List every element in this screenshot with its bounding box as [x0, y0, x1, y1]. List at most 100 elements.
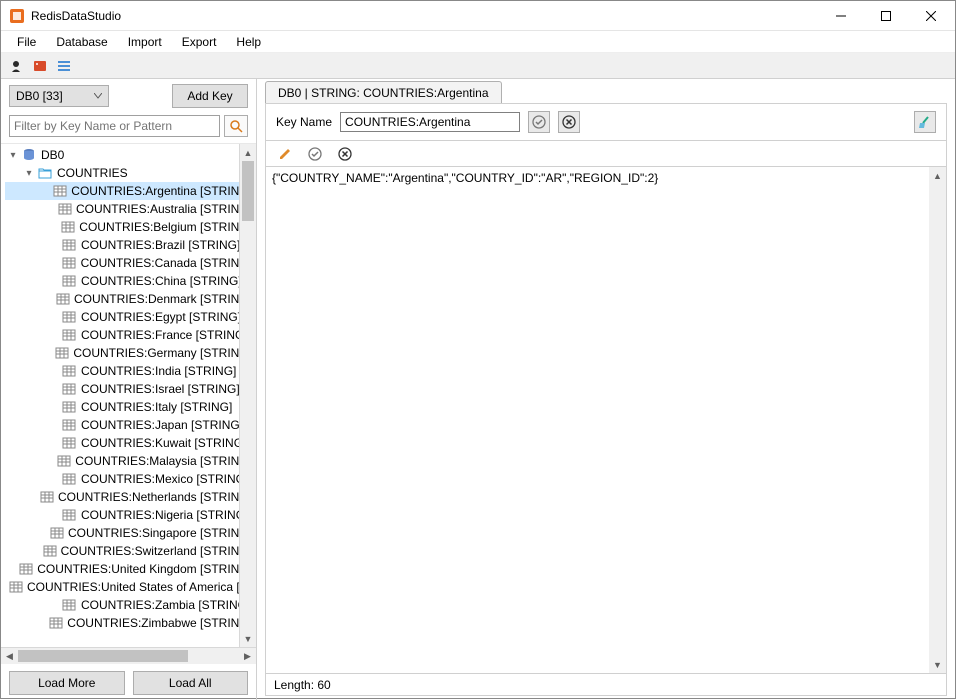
load-all-button[interactable]: Load All	[133, 671, 249, 695]
grid-icon	[49, 617, 63, 629]
tree-label: COUNTRIES	[57, 166, 128, 180]
tree-node-key[interactable]: COUNTRIES:Nigeria [STRING]	[5, 506, 256, 524]
tree-node-key[interactable]: COUNTRIES:Japan [STRING]	[5, 416, 256, 434]
tree-node-key[interactable]: COUNTRIES:Denmark [STRING]	[5, 290, 256, 308]
grid-icon	[62, 257, 76, 269]
value-text: {"COUNTRY_NAME":"Argentina","COUNTRY_ID"…	[272, 171, 928, 185]
database-selector[interactable]: DB0 [33]	[9, 85, 109, 107]
grid-icon	[62, 239, 76, 251]
tree-node-key[interactable]: COUNTRIES:Australia [STRING]	[5, 200, 256, 218]
tree-label: DB0	[41, 148, 64, 162]
key-tree[interactable]: ▾ DB0 ▾ COUNTRIES COUNTRIES:Argentina [STRIN…	[1, 144, 256, 634]
tree-label: COUNTRIES:Canada [STRING]	[81, 256, 252, 270]
tree-node-key[interactable]: COUNTRIES:United Kingdom [STRING]	[5, 560, 256, 578]
tree-node-key[interactable]: COUNTRIES:Kuwait [STRING]	[5, 434, 256, 452]
tree-node-key[interactable]: COUNTRIES:France [STRING]	[5, 326, 256, 344]
menu-bar: File Database Import Export Help	[1, 31, 955, 53]
keyname-clean-button[interactable]	[914, 111, 936, 133]
tree-node-key[interactable]: COUNTRIES:Belgium [STRING]	[5, 218, 256, 236]
tree-node-key[interactable]: COUNTRIES:Canada [STRING]	[5, 254, 256, 272]
tree-node-key[interactable]: COUNTRIES:Zambia [STRING]	[5, 596, 256, 614]
keyname-label: Key Name	[276, 115, 332, 129]
value-vertical-scrollbar[interactable]: ▲ ▼	[929, 167, 946, 673]
tree-node-key[interactable]: COUNTRIES:Malaysia [STRING]	[5, 452, 256, 470]
grid-icon	[53, 185, 67, 197]
window-maximize-button[interactable]	[863, 1, 908, 30]
scroll-down-icon[interactable]: ▼	[240, 630, 256, 647]
window-titlebar: RedisDataStudio	[1, 1, 955, 31]
keyname-delete-button[interactable]	[558, 111, 580, 133]
toolbar-connection-icon[interactable]	[7, 57, 25, 75]
grid-icon	[62, 473, 76, 485]
tree-node-key[interactable]: COUNTRIES:India [STRING]	[5, 362, 256, 380]
filter-search-button[interactable]	[224, 115, 248, 137]
menu-file[interactable]: File	[7, 33, 46, 51]
tree-label: COUNTRIES:Nigeria [STRING]	[81, 508, 248, 522]
expander-icon[interactable]: ▾	[23, 168, 35, 179]
value-cancel-button[interactable]	[334, 143, 356, 165]
tree-node-key[interactable]: COUNTRIES:Argentina [STRING]	[5, 182, 256, 200]
folder-open-icon	[38, 167, 52, 179]
tree-node-key[interactable]: COUNTRIES:Germany [STRING]	[5, 344, 256, 362]
tree-node-key[interactable]: COUNTRIES:Egypt [STRING]	[5, 308, 256, 326]
scroll-down-icon[interactable]: ▼	[929, 656, 946, 673]
tree-node-key[interactable]: COUNTRIES:Zimbabwe [STRING]	[5, 614, 256, 632]
scroll-up-icon[interactable]: ▲	[240, 144, 256, 161]
tree-node-group[interactable]: ▾ COUNTRIES	[5, 164, 256, 182]
tree-node-key[interactable]: COUNTRIES:Israel [STRING]	[5, 380, 256, 398]
tree-horizontal-scrollbar[interactable]: ◀ ▶	[1, 647, 256, 664]
tree-node-key[interactable]: COUNTRIES:Mexico [STRING]	[5, 470, 256, 488]
toolbar-list-icon[interactable]	[55, 57, 73, 75]
tree-label: COUNTRIES:Italy [STRING]	[81, 400, 232, 414]
menu-database[interactable]: Database	[46, 33, 117, 51]
tree-label: COUNTRIES:Egypt [STRING]	[81, 310, 241, 324]
load-more-button[interactable]: Load More	[9, 671, 125, 695]
grid-icon	[56, 293, 70, 305]
tab-strip: DB0 | STRING: COUNTRIES:Argentina	[257, 79, 955, 103]
tree-node-key[interactable]: COUNTRIES:Switzerland [STRING]	[5, 542, 256, 560]
tree-label: COUNTRIES:Netherlands [STRING]	[58, 490, 252, 504]
scroll-up-icon[interactable]: ▲	[929, 167, 946, 184]
value-edit-button[interactable]	[274, 143, 296, 165]
window-minimize-button[interactable]	[818, 1, 863, 30]
search-icon	[229, 119, 243, 133]
grid-icon	[19, 563, 33, 575]
tab-key-detail[interactable]: DB0 | STRING: COUNTRIES:Argentina	[265, 81, 502, 103]
tree-node-key[interactable]: COUNTRIES:China [STRING]	[5, 272, 256, 290]
grid-icon	[62, 509, 76, 521]
toolbar-server-icon[interactable]	[31, 57, 49, 75]
tree-node-key[interactable]: COUNTRIES:Singapore [STRING]	[5, 524, 256, 542]
status-bar: Length: 60	[266, 673, 946, 695]
menu-help[interactable]: Help	[226, 33, 271, 51]
broom-icon	[918, 115, 932, 129]
grid-icon	[61, 221, 75, 233]
tree-node-key[interactable]: COUNTRIES:Netherlands [STRING]	[5, 488, 256, 506]
sidebar: DB0 [33] Add Key ▾ DB0 ▾ COUNTRIES COUNTRIES…	[1, 79, 257, 700]
tree-vertical-scrollbar[interactable]: ▲ ▼	[239, 144, 256, 647]
value-area[interactable]: {"COUNTRY_NAME":"Argentina","COUNTRY_ID"…	[266, 166, 946, 673]
value-confirm-button[interactable]	[304, 143, 326, 165]
keyname-confirm-button[interactable]	[528, 111, 550, 133]
expander-icon[interactable]: ▾	[7, 150, 19, 161]
tree-node-key[interactable]: COUNTRIES:United States of America [STRI…	[5, 578, 256, 596]
add-key-button[interactable]: Add Key	[172, 84, 248, 108]
check-circle-icon	[532, 115, 546, 129]
tree-label: COUNTRIES:United States of America [STRI…	[27, 580, 256, 594]
tree-node-database[interactable]: ▾ DB0	[5, 146, 256, 164]
tree-node-key[interactable]: COUNTRIES:Italy [STRING]	[5, 398, 256, 416]
tree-label: COUNTRIES:France [STRING]	[81, 328, 248, 342]
grid-icon	[62, 329, 76, 341]
keyname-input[interactable]	[340, 112, 520, 132]
scroll-thumb-horizontal[interactable]	[18, 650, 188, 662]
tree-node-key[interactable]: COUNTRIES:Brazil [STRING]	[5, 236, 256, 254]
scroll-left-icon[interactable]: ◀	[1, 648, 18, 665]
grid-icon	[40, 491, 54, 503]
filter-input[interactable]	[9, 115, 220, 137]
menu-export[interactable]: Export	[172, 33, 227, 51]
scroll-thumb[interactable]	[242, 161, 254, 221]
tree-label: COUNTRIES:Mexico [STRING]	[81, 472, 248, 486]
window-close-button[interactable]	[908, 1, 953, 30]
scroll-right-icon[interactable]: ▶	[239, 648, 256, 665]
menu-import[interactable]: Import	[118, 33, 172, 51]
grid-icon	[62, 311, 76, 323]
